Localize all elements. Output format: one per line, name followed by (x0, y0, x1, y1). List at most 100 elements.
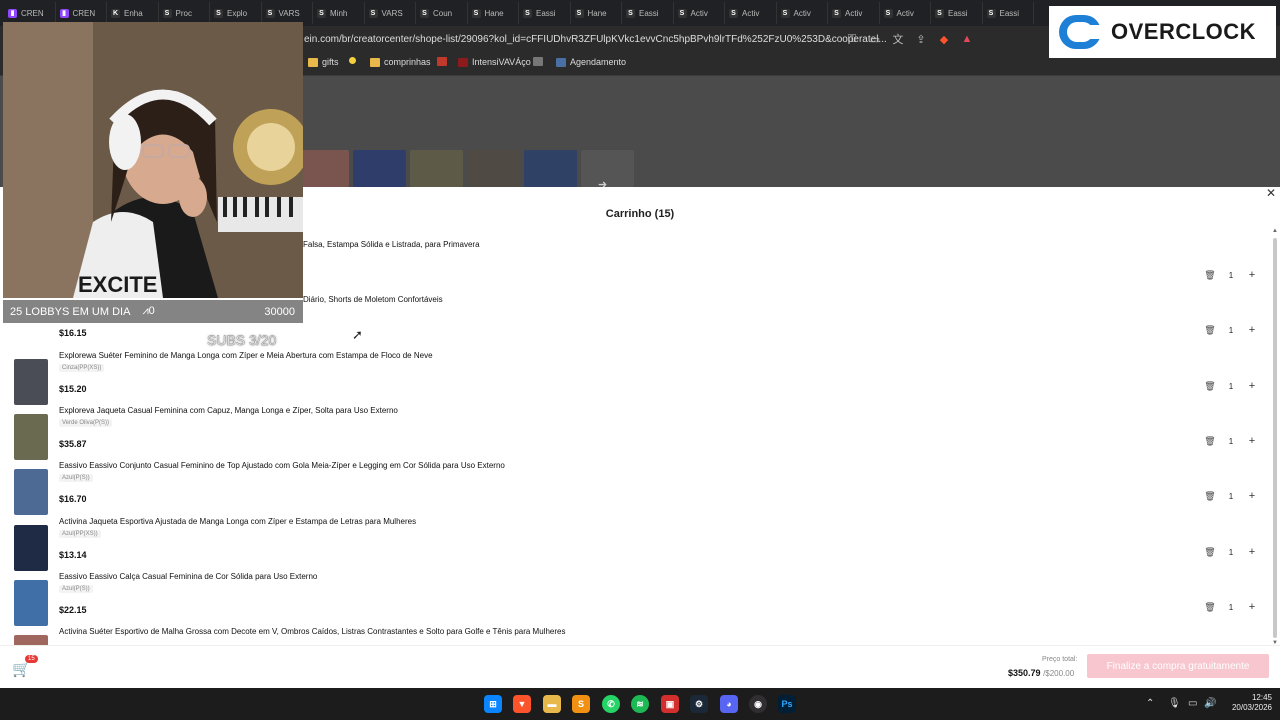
browser-tab[interactable]: S Explo (210, 2, 262, 24)
thumbnail[interactable] (581, 150, 634, 187)
whatsapp-icon[interactable]: ✆ (602, 695, 620, 713)
brave-shield-icon[interactable]: ◆ (936, 31, 952, 47)
browser-tab[interactable]: S Activ (828, 2, 880, 24)
plus-icon[interactable]: + (1245, 268, 1259, 282)
key-icon[interactable]: ⚿ (844, 31, 860, 47)
browser-tab[interactable]: S Coun (416, 2, 468, 24)
product-image[interactable] (14, 359, 48, 405)
product-variant-select[interactable]: Verde Oliva(P(S)) (59, 419, 113, 427)
bookmark-item[interactable] (437, 57, 447, 66)
browser-tab[interactable]: S VARS (365, 2, 416, 24)
trash-icon[interactable]: 🗑 (1203, 268, 1217, 282)
discord-icon[interactable]: ◕ (720, 695, 738, 713)
browser-tab[interactable]: S Eassi (519, 2, 571, 24)
bookmark-item[interactable]: Agendamento (556, 57, 626, 67)
browser-tab[interactable]: S Hane (571, 2, 622, 24)
product-title[interactable]: Eassivo Eassivo Conjunto Casual Feminino… (59, 461, 505, 470)
bookmark-item[interactable]: comprinhas (370, 57, 431, 67)
browser-tab[interactable]: S Proc (159, 2, 210, 24)
spotify-icon[interactable]: ≋ (631, 695, 649, 713)
bookmark-item[interactable]: IntensiVAVÁço (458, 57, 531, 67)
taskbar-clock[interactable]: 12:45 20/03/2026 (1222, 693, 1272, 713)
plus-icon[interactable]: + (1245, 323, 1259, 337)
plus-icon[interactable]: + (1245, 600, 1259, 614)
browser-tab[interactable]: S Hane (468, 2, 519, 24)
browser-tab[interactable]: S Eassi (622, 2, 674, 24)
quantity-value[interactable]: 1 (1223, 603, 1239, 612)
scroll-up-icon[interactable]: ▲ (1272, 228, 1278, 234)
product-title[interactable]: Eassivo Eassivo Calça Casual Feminina de… (59, 572, 317, 581)
product-variant-select[interactable]: Azul(P(S)) (59, 585, 93, 593)
plus-icon[interactable]: + (1245, 489, 1259, 503)
product-title[interactable]: Explorewa Suéter Feminino de Manga Longa… (59, 351, 433, 360)
browser-tab[interactable]: S Activ (725, 2, 777, 24)
browser-tab[interactable]: ▮ CREN (56, 2, 107, 24)
plus-icon[interactable]: + (1245, 545, 1259, 559)
volume-icon[interactable]: 🔊 (1204, 698, 1216, 709)
app-red-icon[interactable]: ▣ (661, 695, 679, 713)
browser-tab[interactable]: S VARS (262, 2, 313, 24)
file-explorer-icon[interactable]: ▬ (543, 695, 561, 713)
product-title[interactable]: Diário, Shorts de Moletom Confortáveis (303, 295, 443, 304)
checkout-button[interactable]: Finalize a compra gratuitamente (1087, 654, 1269, 678)
quantity-value[interactable]: 1 (1223, 437, 1239, 446)
brave-browser-icon[interactable]: ▼ (513, 695, 531, 713)
quantity-value[interactable]: 1 (1223, 382, 1239, 391)
bookmark-item[interactable] (349, 57, 356, 64)
bookmark-item[interactable]: gifts (308, 57, 339, 67)
bookmark-item[interactable] (533, 57, 543, 66)
trash-icon[interactable]: 🗑 (1203, 379, 1217, 393)
close-icon[interactable]: ✕ (1266, 186, 1276, 200)
display-icon[interactable]: ▭ (1188, 698, 1197, 709)
plus-icon[interactable]: + (1245, 379, 1259, 393)
product-variant-select[interactable]: Azul(PP(XS)) (59, 530, 101, 538)
trash-icon[interactable]: 🗑 (1203, 489, 1217, 503)
trash-icon[interactable]: 🗑 (1203, 600, 1217, 614)
trash-icon[interactable]: 🗑 (1203, 545, 1217, 559)
steam-icon[interactable]: ⚙ (690, 695, 708, 713)
product-image[interactable] (14, 580, 48, 626)
start-icon[interactable]: ⊞ (484, 695, 502, 713)
sublime-icon[interactable]: S (572, 695, 590, 713)
quantity-value[interactable]: 1 (1223, 492, 1239, 501)
browser-tab[interactable]: S Eassi (983, 2, 1034, 24)
photoshop-icon[interactable]: Ps (778, 695, 796, 713)
product-title[interactable]: Activina Suéter Esportivo de Malha Gross… (59, 627, 565, 636)
thumbnail[interactable] (524, 150, 577, 187)
product-image[interactable] (14, 414, 48, 460)
tray-chevron-icon[interactable]: ⌃ (1146, 698, 1154, 709)
browser-tab[interactable]: K Enha (107, 2, 159, 24)
thumbnail[interactable] (410, 150, 463, 187)
microphone-icon[interactable]: 🎙 (1168, 698, 1181, 709)
scrollbar-thumb[interactable] (1273, 238, 1277, 638)
product-image[interactable] (14, 525, 48, 571)
url-text[interactable]: ein.com/br/creatorcenter/shope-list/2909… (304, 34, 887, 45)
thumbnail[interactable] (296, 150, 349, 187)
thumbnail[interactable] (353, 150, 406, 187)
plus-icon[interactable]: + (1245, 434, 1259, 448)
trash-icon[interactable]: 🗑 (1203, 323, 1217, 337)
thumbnail[interactable] (467, 150, 520, 187)
browser-tab[interactable]: ▮ CREN (4, 2, 56, 24)
product-variant-select[interactable]: Cinza(PP(XS)) (59, 364, 105, 372)
browser-tab[interactable]: S Activ (674, 2, 725, 24)
brave-rewards-icon[interactable]: ▲ (959, 31, 975, 47)
product-variant-select[interactable]: Azul(P(S)) (59, 474, 93, 482)
quantity-value[interactable]: 1 (1223, 326, 1239, 335)
quantity-value[interactable]: 1 (1223, 271, 1239, 280)
browser-tab[interactable]: S Minh (313, 2, 365, 24)
trash-icon[interactable]: 🗑 (1203, 434, 1217, 448)
quantity-value[interactable]: 1 (1223, 548, 1239, 557)
obs-icon[interactable]: ◉ (749, 695, 767, 713)
browser-tab[interactable]: S Activ (880, 2, 931, 24)
translate-icon[interactable]: 文 (890, 31, 906, 47)
share-icon[interactable]: ⇪ (913, 31, 929, 47)
browser-tab[interactable]: S Activ (777, 2, 828, 24)
product-title[interactable]: Activina Jaqueta Esportiva Ajustada de M… (59, 517, 416, 526)
browser-tab[interactable]: S Eassi (931, 2, 983, 24)
product-image[interactable] (14, 469, 48, 515)
product-title[interactable]: Falsa, Estampa Sólida e Listrada, para P… (303, 240, 480, 249)
cart-scrollbar[interactable]: ▲ ▼ (1272, 228, 1278, 646)
product-title[interactable]: Exploreva Jaqueta Casual Feminina com Ca… (59, 406, 398, 415)
cast-icon[interactable]: ▭ (867, 31, 883, 47)
